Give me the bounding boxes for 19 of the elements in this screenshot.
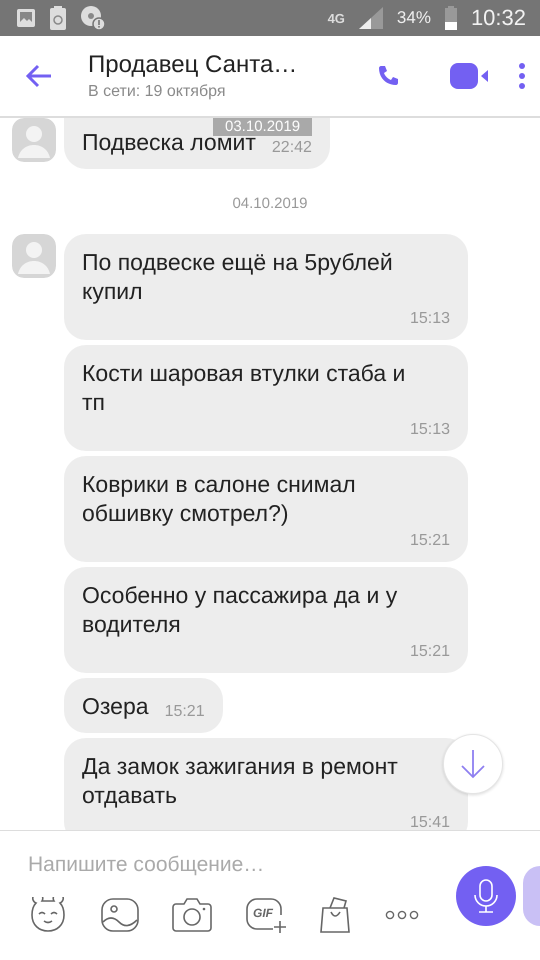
- sticky-date-toast: 03.10.2019: [213, 118, 312, 136]
- battery-percent: 34%: [396, 8, 431, 28]
- message-time: 15:21: [164, 702, 205, 721]
- message-text: Коврики в салоне снимал обшивку смотрел?): [82, 470, 357, 528]
- message-time: 15:13: [410, 420, 450, 439]
- network-type: 4G: [328, 10, 345, 26]
- message-text: Кости шаровая втулки стаба и тп: [82, 359, 406, 417]
- message-time: 15:41: [410, 813, 450, 830]
- clock: 10:32: [470, 5, 526, 31]
- message-time: 22:42: [272, 138, 312, 157]
- message-time: 15:21: [410, 642, 450, 661]
- message-text: Особенно у пассажира да и у водителя: [82, 581, 398, 639]
- last-seen: В сети: 19 октября: [88, 83, 226, 101]
- message-time: 15:13: [410, 309, 450, 328]
- date-separator: 04.10.2019: [232, 194, 308, 214]
- message-text: По подвеске ещё на 5рублей купил: [82, 248, 394, 306]
- message-text: Да замок зажигания в ремонт отдавать: [82, 752, 399, 810]
- message-time: 15:21: [410, 531, 450, 550]
- message-text: Озера: [82, 692, 149, 721]
